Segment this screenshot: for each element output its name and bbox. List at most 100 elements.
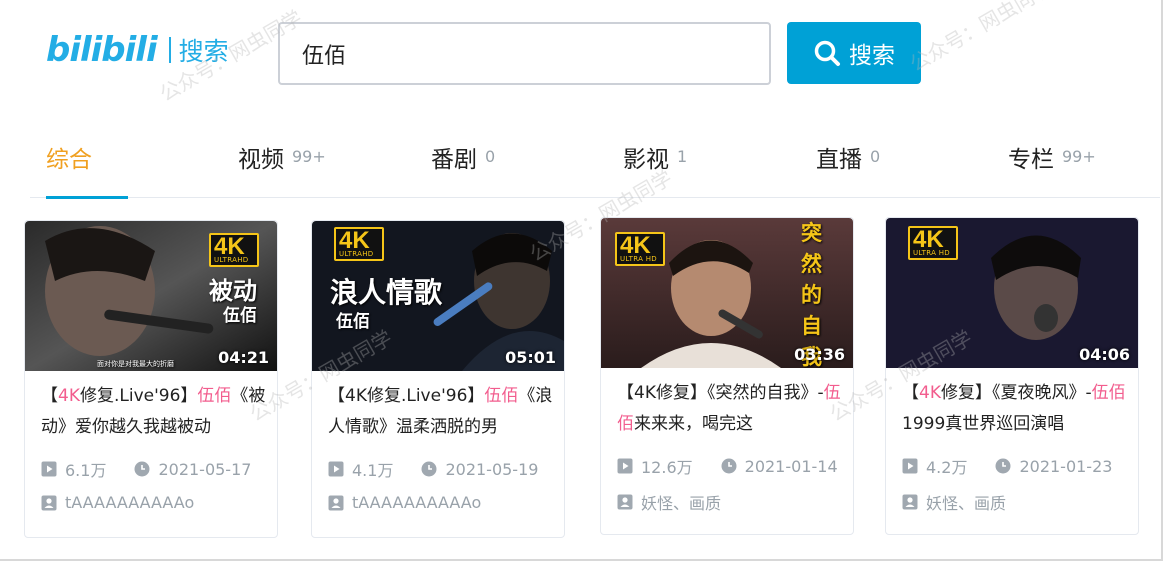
video-card[interactable]: 4K ULTRAHD 浪人情歌 伍佰 05:01 【4K修复.Live'96】伍… [311,220,565,538]
thumbnail-caption: 面对你是对我最大的折磨 [97,360,174,368]
thumbnail-artist: 伍佰 [336,312,370,332]
video-thumbnail[interactable]: 4K ULTRAHD 浪人情歌 伍佰 05:01 [312,221,564,371]
play-count: 12.6万 [617,454,693,478]
title-text: 修复】《夏夜晚风》- [940,383,1092,403]
thumbnail-artist: 伍佰 [223,306,257,326]
tab-label: 专栏 [1008,147,1054,173]
title-highlight: 伍佰 [484,386,519,406]
4k-badge: 4K ULTRAHD [334,227,384,261]
title-text: 【4K修复.Live'96】 [328,386,485,406]
clock-icon [421,461,437,477]
bilibili-logo[interactable]: bilibili 搜索 [46,30,229,70]
title-text: 来来来，喝完这 [634,414,753,434]
tab-count: 99+ [292,147,326,166]
title-highlight: 伍佰 [197,386,232,406]
logo-text: bilibili [46,30,158,70]
tab-video[interactable]: 视频 99+ [238,140,326,198]
search-input[interactable]: 伍佰 [278,22,771,85]
thumbnail-title: 浪人情歌 [330,276,443,309]
search-input-value: 伍佰 [302,43,347,69]
clock-icon [134,461,150,477]
uploader[interactable]: tAAAAAAAAAAo [41,493,194,512]
video-thumbnail[interactable]: 4K ULTRA HD 突然的自我 03:36 [601,218,853,368]
tab-label: 影视 [623,147,669,173]
badge-subtext: ULTRAHD [339,250,374,258]
logo-subtitle: 搜索 [178,37,229,66]
clock-icon [995,458,1011,474]
tab-label: 综合 [46,147,92,173]
video-card[interactable]: 4K ULTRA HD 突然的自我 03:36 【4K修复】《突然的自我》-伍佰… [600,217,854,535]
tab-count: 99+ [1062,147,1096,166]
play-count: 4.1万 [328,457,393,481]
upload-date-value: 2021-01-23 [1019,456,1113,476]
play-count-value: 4.1万 [352,461,394,480]
tab-all[interactable]: 综合 [46,140,128,199]
user-icon [41,495,57,510]
tab-count: 0 [870,147,881,166]
user-icon [617,494,633,510]
4k-badge: 4K ULTRA HD [908,226,958,260]
uploader[interactable]: 妖怪、画质 [902,490,1006,514]
video-duration: 03:36 [794,345,845,364]
badge-subtext: ULTRA HD [620,255,657,263]
video-title[interactable]: 【4K修复.Live'96】伍佰《浪人情歌》温柔洒脱的男 [328,381,556,443]
4k-badge: 4K ULTRAHD [209,233,259,267]
user-icon [328,495,344,510]
logo-divider [168,37,171,63]
video-meta: 12.6万 2021-01-14 [617,454,845,478]
title-text: 修复.Live'96】 [79,386,198,406]
title-text: 【 [41,386,58,406]
play-count-value: 4.2万 [926,458,968,477]
tab-label: 番剧 [431,147,477,173]
video-duration: 05:01 [505,348,556,367]
video-duration: 04:21 [218,348,269,367]
uploader[interactable]: 妖怪、画质 [617,490,721,514]
user-icon [902,494,918,510]
video-thumbnail[interactable]: 4K ULTRA HD 04:06 [886,218,1138,368]
tab-label: 直播 [816,147,862,173]
video-duration: 04:06 [1079,345,1130,364]
upload-date: 2021-01-23 [995,457,1112,476]
play-count-value: 12.6万 [641,458,693,477]
uploader-name: tAAAAAAAAAAo [65,493,195,512]
video-title[interactable]: 【4K修复.Live'96】伍佰《被动》爱你越久我越被动 [41,381,269,443]
video-thumbnail[interactable]: 4K ULTRAHD 被动 伍佰 面对你是对我最大的折磨 04:21 [25,221,277,371]
search-icon [814,40,840,66]
badge-subtext: ULTRA HD [913,249,950,257]
play-count-value: 6.1万 [65,461,107,480]
tab-bangumi[interactable]: 番剧 0 [431,140,495,198]
uploader-name: 妖怪、画质 [926,494,1007,513]
video-card[interactable]: 4K ULTRA HD 04:06 【4K修复】《夏夜晚风》-伍佰 1999真世… [885,217,1139,535]
video-title[interactable]: 【4K修复】《夏夜晚风》-伍佰 1999真世界巡回演唱 [902,378,1130,440]
clock-icon [721,458,737,474]
uploader-name: 妖怪、画质 [641,494,722,513]
video-card[interactable]: 4K ULTRAHD 被动 伍佰 面对你是对我最大的折磨 04:21 【4K修复… [24,220,278,538]
title-highlight: 4K [919,383,941,403]
title-highlight: 4K [58,386,80,406]
tab-live[interactable]: 直播 0 [816,140,880,198]
upload-date: 2021-05-17 [134,460,251,479]
search-button-label: 搜索 [849,43,895,69]
upload-date: 2021-05-19 [421,460,538,479]
play-count: 4.2万 [902,454,967,478]
play-icon [328,461,344,477]
badge-subtext: ULTRAHD [214,256,249,264]
title-text: 1999真世界巡回演唱 [902,414,1065,434]
play-icon [41,461,57,477]
video-meta: 4.1万 2021-05-19 [328,457,556,481]
upload-date-value: 2021-05-17 [158,459,252,479]
tab-article[interactable]: 专栏 99+ [1008,140,1096,198]
video-title[interactable]: 【4K修复】《突然的自我》-伍佰来来来，喝完这 [617,378,845,440]
upload-date-value: 2021-01-14 [744,456,838,476]
uploader[interactable]: tAAAAAAAAAAo [328,493,481,512]
upload-date-value: 2021-05-19 [445,459,539,479]
tab-film[interactable]: 影视 1 [623,140,687,198]
tab-count: 1 [677,147,688,166]
play-icon [617,458,633,474]
title-text: 【4K修复】《突然的自我》- [617,383,824,403]
search-button[interactable]: 搜索 [787,22,921,84]
title-text: 【 [902,383,919,403]
video-meta: 6.1万 2021-05-17 [41,457,269,481]
tab-count: 0 [485,147,496,166]
title-highlight: 伍佰 [1091,383,1126,403]
